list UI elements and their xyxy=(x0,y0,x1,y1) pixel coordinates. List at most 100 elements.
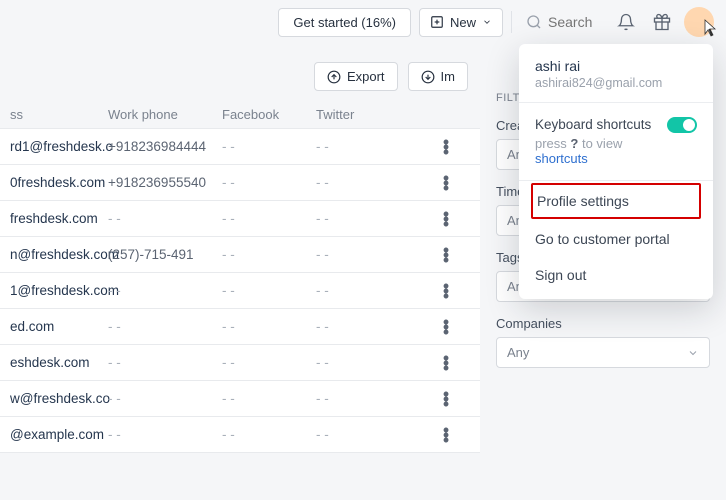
cell-phone: - - xyxy=(108,283,222,298)
cell-phone: +918236955540 xyxy=(108,175,222,190)
contacts-table: Export Im ss Work phone Facebook Twitter… xyxy=(0,44,480,500)
customer-portal-item[interactable]: Go to customer portal xyxy=(519,221,713,257)
column-header-ss[interactable]: ss xyxy=(10,107,108,122)
cell-facebook: - - xyxy=(222,247,316,262)
kb-toggle[interactable] xyxy=(667,117,697,133)
cell-email: freshdesk.com xyxy=(10,211,108,226)
cell-twitter: - - xyxy=(316,211,426,226)
export-button[interactable]: Export xyxy=(314,62,398,91)
cell-twitter: - - xyxy=(316,247,426,262)
table-row[interactable]: freshdesk.com- -- -- -••• xyxy=(0,201,480,237)
cell-facebook: - - xyxy=(222,139,316,154)
filter-companies-value: Any xyxy=(507,345,529,360)
cell-twitter: - - xyxy=(316,427,426,442)
cell-phone: (257)-715-491 xyxy=(108,247,222,262)
cell-twitter: - - xyxy=(316,139,426,154)
cell-facebook: - - xyxy=(222,211,316,226)
cell-facebook: - - xyxy=(222,283,316,298)
column-header-actions xyxy=(426,107,466,122)
cell-twitter: - - xyxy=(316,319,426,334)
cell-email: w@freshdesk.co xyxy=(10,391,108,406)
table-row[interactable]: n@freshdesk.com(257)-715-491- -- -••• xyxy=(0,237,480,273)
search-input[interactable] xyxy=(548,14,598,30)
row-actions-button[interactable]: ••• xyxy=(426,355,466,370)
profile-settings-item[interactable]: Profile settings xyxy=(531,183,701,219)
row-actions-button[interactable]: ••• xyxy=(426,391,466,406)
column-header-phone[interactable]: Work phone xyxy=(108,107,222,122)
cell-email: ed.com xyxy=(10,319,108,334)
divider xyxy=(511,11,512,33)
cell-facebook: - - xyxy=(222,391,316,406)
cell-phone: - - xyxy=(108,355,222,370)
app-header: Get started (16%) New xyxy=(0,0,726,44)
export-icon xyxy=(327,70,341,84)
cell-facebook: - - xyxy=(222,319,316,334)
cell-email: @example.com xyxy=(10,427,108,442)
get-started-button[interactable]: Get started (16%) xyxy=(278,8,411,37)
whats-new-button[interactable] xyxy=(648,8,676,36)
chevron-down-icon xyxy=(687,347,699,359)
search-button[interactable] xyxy=(520,14,604,30)
profile-email: ashirai824@gmail.com xyxy=(519,74,713,100)
row-actions-button[interactable]: ••• xyxy=(426,247,466,262)
cell-twitter: - - xyxy=(316,355,426,370)
cell-email: 1@freshdesk.com xyxy=(10,283,108,298)
kb-title: Keyboard shortcuts xyxy=(535,115,659,135)
cell-phone: - - xyxy=(108,427,222,442)
menu-divider xyxy=(519,102,713,103)
row-actions-button[interactable]: ••• xyxy=(426,175,466,190)
import-label: Im xyxy=(441,69,455,84)
profile-avatar-button[interactable] xyxy=(684,7,714,37)
chevron-down-icon xyxy=(482,17,492,27)
bell-icon xyxy=(617,13,635,31)
cell-twitter: - - xyxy=(316,391,426,406)
import-button[interactable]: Im xyxy=(408,62,468,91)
table-row[interactable]: 1@freshdesk.com- -- -- -••• xyxy=(0,273,480,309)
kb-shortcuts-link[interactable]: shortcuts xyxy=(535,151,588,166)
table-row[interactable]: @example.com- -- -- -••• xyxy=(0,417,480,453)
keyboard-shortcuts-block: Keyboard shortcuts press ? to view short… xyxy=(519,105,713,178)
cell-phone: - - xyxy=(108,391,222,406)
cell-phone: - - xyxy=(108,211,222,226)
row-actions-button[interactable]: ••• xyxy=(426,319,466,334)
column-header-facebook[interactable]: Facebook xyxy=(222,107,316,122)
cell-facebook: - - xyxy=(222,427,316,442)
new-button[interactable]: New xyxy=(419,8,503,37)
export-label: Export xyxy=(347,69,385,84)
table-row[interactable]: rd1@freshdesk.c+918236984444- -- -••• xyxy=(0,129,480,165)
table-row[interactable]: 0freshdesk.com+918236955540- -- -••• xyxy=(0,165,480,201)
plus-square-icon xyxy=(430,15,444,29)
profile-menu: ashi rai ashirai824@gmail.com Keyboard s… xyxy=(519,44,713,299)
cursor-icon xyxy=(702,18,718,41)
cell-email: 0freshdesk.com xyxy=(10,175,108,190)
cell-twitter: - - xyxy=(316,283,426,298)
table-row[interactable]: eshdesk.com- -- -- -••• xyxy=(0,345,480,381)
profile-name: ashi rai xyxy=(519,58,713,74)
cell-phone: - - xyxy=(108,319,222,334)
cell-email: n@freshdesk.com xyxy=(10,247,108,262)
cell-email: eshdesk.com xyxy=(10,355,108,370)
table-row[interactable]: w@freshdesk.co- -- -- -••• xyxy=(0,381,480,417)
row-actions-button[interactable]: ••• xyxy=(426,283,466,298)
cell-facebook: - - xyxy=(222,175,316,190)
cell-phone: +918236984444 xyxy=(108,139,222,154)
cell-twitter: - - xyxy=(316,175,426,190)
table-toolbar: Export Im xyxy=(0,44,480,101)
notifications-button[interactable] xyxy=(612,8,640,36)
cell-email: rd1@freshdesk.c xyxy=(10,139,108,154)
column-header-twitter[interactable]: Twitter xyxy=(316,107,426,122)
filter-companies-label: Companies xyxy=(496,316,710,331)
import-icon xyxy=(421,70,435,84)
search-icon xyxy=(526,14,542,30)
kb-subtitle: press ? to view shortcuts xyxy=(535,136,659,166)
row-actions-button[interactable]: ••• xyxy=(426,427,466,442)
cell-facebook: - - xyxy=(222,355,316,370)
gift-icon xyxy=(653,13,671,31)
menu-divider xyxy=(519,180,713,181)
filter-companies-select[interactable]: Any xyxy=(496,337,710,368)
sign-out-item[interactable]: Sign out xyxy=(519,257,713,293)
table-row[interactable]: ed.com- -- -- -••• xyxy=(0,309,480,345)
row-actions-button[interactable]: ••• xyxy=(426,211,466,226)
row-actions-button[interactable]: ••• xyxy=(426,139,466,154)
table-header-row: ss Work phone Facebook Twitter xyxy=(0,101,480,128)
